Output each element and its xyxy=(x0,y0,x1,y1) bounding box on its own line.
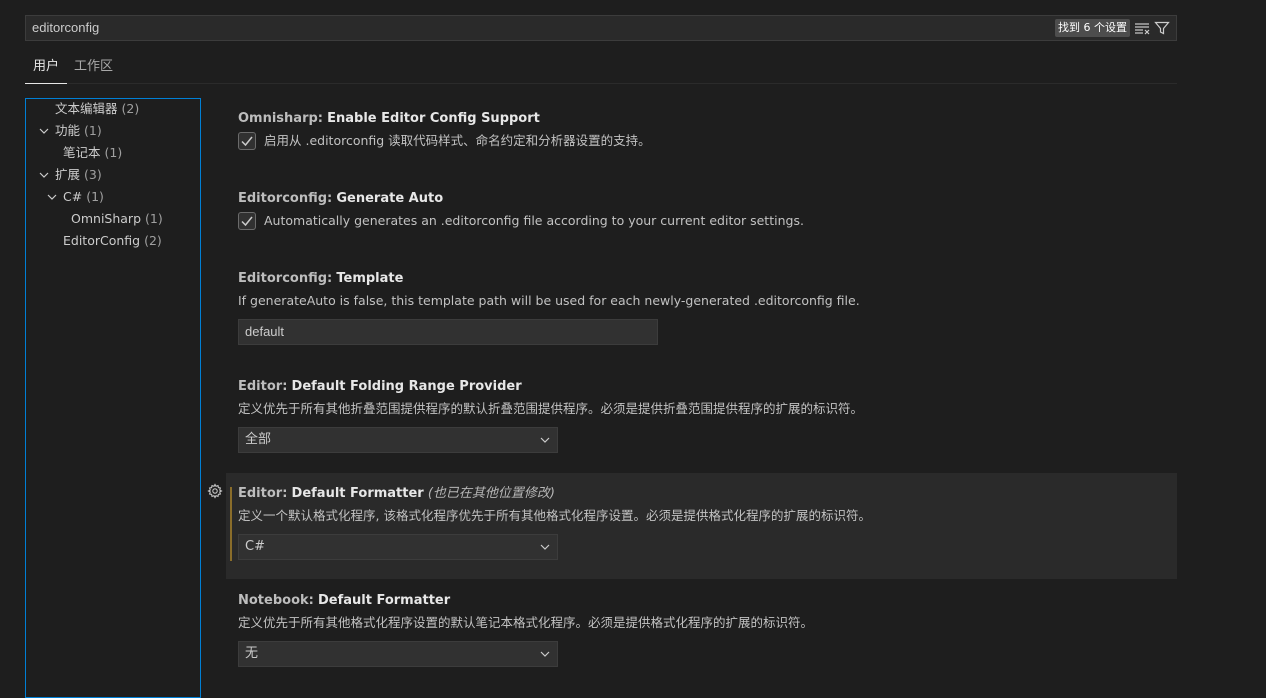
setting-omnisharp-enable-editor-config: Omnisharp: Enable Editor Config Support … xyxy=(226,110,1177,170)
setting-category: Editorconfig: xyxy=(238,271,333,286)
setting-category: Omnisharp: xyxy=(238,111,323,126)
chevron-down-icon[interactable] xyxy=(38,169,50,181)
setting-description: 定义一个默认格式化程序, 该格式化程序优先于所有其他格式化程序设置。必须是提供格… xyxy=(238,508,871,523)
setting-description: If generateAuto is false, this template … xyxy=(238,293,860,308)
chevron-down-icon xyxy=(540,437,550,443)
toc-item-label: EditorConfig xyxy=(63,233,141,248)
setting-editorconfig-template: Editorconfig: Template If generateAuto i… xyxy=(226,270,1177,360)
setting-editorconfig-generate-auto: Editorconfig: Generate Auto Automaticall… xyxy=(226,190,1177,250)
toc-item-count: (1) xyxy=(104,145,123,160)
toc-item-editorconfig[interactable]: EditorConfig (2) xyxy=(63,231,162,251)
toc-item-count: (2) xyxy=(121,101,140,116)
setting-title: Editor: Default Folding Range Provider xyxy=(238,378,1177,396)
toc-item-label: C# xyxy=(63,189,83,204)
checkmark-icon xyxy=(241,216,253,227)
setting-name: Enable Editor Config Support xyxy=(327,111,540,126)
toc-item-features[interactable]: 功能 (1) xyxy=(55,121,102,141)
settings-toc-tree: 文本编辑器 (2) 功能 (1) 笔记本 (1) 扩展 (3) C# (1) O… xyxy=(25,98,201,698)
setting-title: Editorconfig: Generate Auto xyxy=(238,190,1177,208)
checkmark-icon xyxy=(241,136,253,147)
toc-item-label: 功能 xyxy=(55,123,81,138)
setting-category: Editor: xyxy=(238,379,288,394)
setting-name: Default Folding Range Provider xyxy=(291,379,522,394)
toc-item-extensions[interactable]: 扩展 (3) xyxy=(55,165,102,185)
setting-description: 定义优先于所有其他格式化程序设置的默认笔记本格式化程序。必须是提供格式化程序的扩… xyxy=(238,615,814,630)
toc-item-count: (1) xyxy=(84,123,102,138)
setting-name: Template xyxy=(336,271,404,286)
setting-checkbox-label: Automatically generates an .editorconfig… xyxy=(264,213,804,228)
setting-editor-default-folding-range-provider: Editor: Default Folding Range Provider 定… xyxy=(226,378,1177,468)
toc-item-count: (1) xyxy=(145,211,163,226)
dropdown-value: C# xyxy=(245,539,265,554)
toc-item-omnisharp[interactable]: OmniSharp (1) xyxy=(71,209,163,229)
setting-category: Editor: xyxy=(238,486,288,501)
search-result-count-badge: 找到 6 个设置 xyxy=(1055,19,1130,37)
setting-checkbox[interactable] xyxy=(238,132,256,150)
setting-category: Editorconfig: xyxy=(238,191,333,206)
setting-editor-default-formatter: Editor: Default Formatter (也已在其他位置修改) 定义… xyxy=(207,473,1177,579)
clear-filter-icon[interactable] xyxy=(1134,20,1152,36)
settings-scope-tabs: 用户 工作区 xyxy=(25,54,1177,84)
dropdown-value: 无 xyxy=(245,646,259,661)
settings-search-input[interactable] xyxy=(32,16,932,40)
setting-checkbox[interactable] xyxy=(238,212,256,230)
modified-elsewhere-note: (也已在其他位置修改) xyxy=(427,486,556,501)
toc-item-label: 文本编辑器 xyxy=(55,101,118,116)
setting-title: Omnisharp: Enable Editor Config Support xyxy=(238,110,1177,128)
chevron-down-icon[interactable] xyxy=(38,125,50,137)
notebook-formatter-dropdown[interactable]: 无 xyxy=(238,641,558,667)
toc-item-label: OmniSharp xyxy=(71,211,142,226)
filter-icon[interactable] xyxy=(1154,20,1172,36)
gear-icon[interactable] xyxy=(207,483,223,499)
toc-item-text-editor[interactable]: 文本编辑器 (2) xyxy=(55,99,139,119)
toc-item-csharp[interactable]: C# (1) xyxy=(63,187,104,207)
default-formatter-dropdown[interactable]: C# xyxy=(238,534,558,560)
setting-title: Editorconfig: Template xyxy=(238,270,1177,288)
setting-name: Default Formatter xyxy=(318,593,451,608)
modified-indicator xyxy=(230,487,232,561)
setting-category: Notebook: xyxy=(238,593,314,608)
template-text-input[interactable]: default xyxy=(238,319,658,345)
setting-description: 定义优先于所有其他折叠范围提供程序的默认折叠范围提供程序。必须是提供折叠范围提供… xyxy=(238,401,864,416)
setting-name: Default Formatter xyxy=(291,486,424,501)
setting-title: Editor: Default Formatter (也已在其他位置修改) xyxy=(238,485,1177,503)
setting-checkbox-label: 启用从 .editorconfig 读取代码样式、命名约定和分析器设置的支持。 xyxy=(264,133,651,148)
toc-item-count: (3) xyxy=(84,167,102,182)
tab-user[interactable]: 用户 xyxy=(25,54,68,84)
toc-item-count: (1) xyxy=(86,189,104,204)
setting-notebook-default-formatter: Notebook: Default Formatter 定义优先于所有其他格式化… xyxy=(226,592,1177,682)
toc-item-label: 扩展 xyxy=(55,167,81,182)
dropdown-value: 全部 xyxy=(245,432,272,447)
setting-title: Notebook: Default Formatter xyxy=(238,592,1177,610)
tab-workspace[interactable]: 工作区 xyxy=(74,54,113,84)
toc-item-count: (2) xyxy=(144,233,162,248)
chevron-down-icon xyxy=(540,651,550,657)
toc-item-notebook[interactable]: 笔记本 (1) xyxy=(63,143,122,163)
chevron-down-icon[interactable] xyxy=(46,191,58,203)
folding-provider-dropdown[interactable]: 全部 xyxy=(238,427,558,453)
settings-search-bar: 找到 6 个设置 xyxy=(25,15,1177,41)
setting-name: Generate Auto xyxy=(336,191,444,206)
toc-item-label: 笔记本 xyxy=(63,145,101,160)
chevron-down-icon xyxy=(540,544,550,550)
